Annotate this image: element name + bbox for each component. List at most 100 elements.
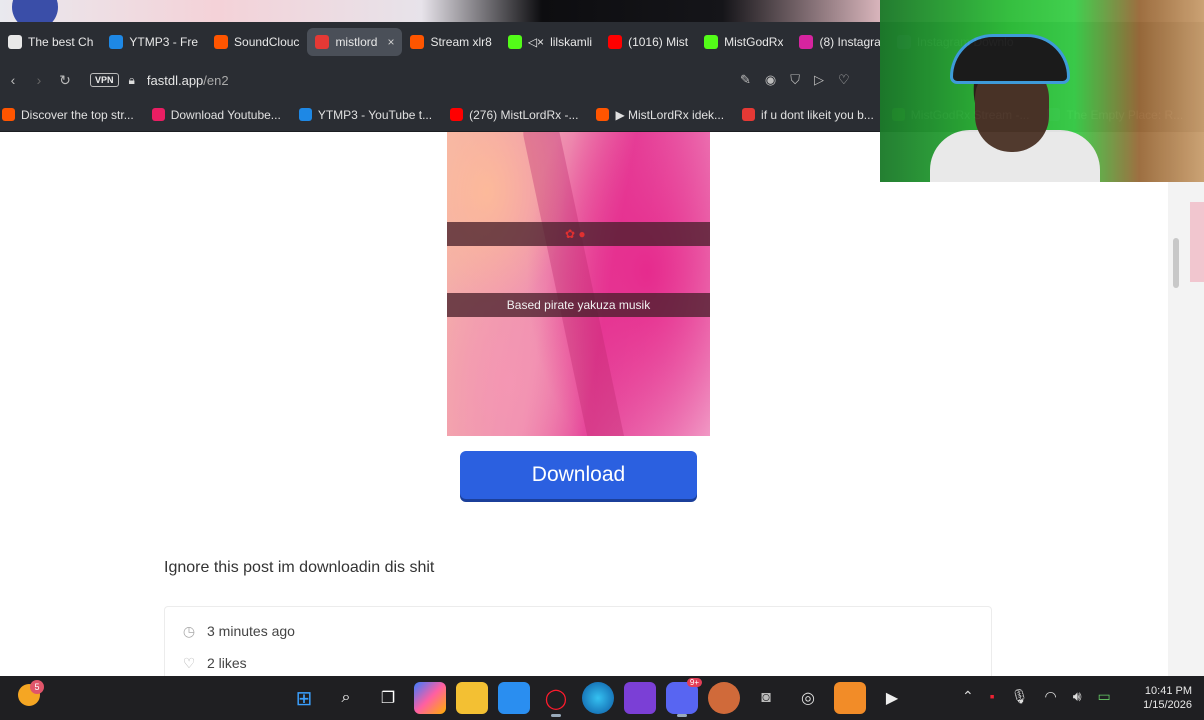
power-icon	[315, 35, 330, 49]
post-card: ✿ ● Based pirate yakuza musik Download	[446, 132, 710, 514]
bookmark-favicon-icon	[151, 108, 165, 121]
bookmark-label: ▶ MistLordRx idek...	[615, 107, 725, 122]
clock[interactable]: 10:41 PM 1/15/2026	[1126, 684, 1192, 712]
media-player-icon[interactable]: ▶	[876, 682, 908, 714]
tab-label: MistGodRx	[724, 35, 784, 49]
image-streak	[519, 132, 631, 436]
tab-label: Stream xlr8	[430, 35, 492, 49]
download-button[interactable]: Download	[460, 451, 697, 499]
forward-icon[interactable]: ›	[26, 72, 52, 88]
sticker-icon: ✿ ●	[565, 227, 586, 241]
bookmark-item[interactable]: YTMP3 - YouTube t...	[298, 108, 432, 122]
time-ago: 3 minutes ago	[207, 623, 295, 639]
game-icon[interactable]	[708, 682, 740, 714]
tab-label: YTMP3 - Fre	[129, 35, 199, 49]
edit-icon[interactable]: ✎	[740, 72, 751, 88]
ytmp3-icon	[109, 35, 124, 49]
browser-tab[interactable]: MistGodRx	[696, 28, 791, 56]
youtube-icon	[608, 35, 623, 49]
app-icon-blue[interactable]	[498, 682, 530, 714]
url-path: /en2	[203, 72, 229, 88]
browser-tab[interactable]: The best Ch	[0, 28, 101, 56]
camera-app-icon[interactable]: ◙	[750, 682, 782, 714]
wifi-icon[interactable]: ◠	[1044, 688, 1056, 705]
likes-row: ♡ 2 likes	[181, 654, 247, 672]
vpn-badge[interactable]: VPN	[90, 73, 119, 87]
bookmark-item[interactable]: Download Youtube...	[151, 107, 281, 122]
chevron-up-icon[interactable]: ⌃	[962, 688, 974, 705]
close-tab-icon[interactable]: ×	[387, 35, 394, 49]
url-domain: fastdl.app	[146, 72, 204, 88]
fl-studio-icon[interactable]	[834, 682, 866, 714]
url-field[interactable]: fastdl.app/en2	[147, 73, 229, 88]
volume-icon[interactable]: 🔊︎	[1073, 688, 1082, 705]
post-caption: Ignore this post im downloadin dis shit	[164, 559, 435, 576]
discord-badge: 9+	[686, 678, 702, 687]
start-icon[interactable]: ⊞	[288, 682, 320, 714]
bookmark-favicon-icon	[2, 108, 15, 121]
system-tray: ⌃ ▪ 🎙︎ ◠ 🔊︎ ▭	[962, 688, 1111, 705]
send-icon[interactable]: ▷	[814, 72, 824, 88]
browser-tab[interactable]: YTMP3 - Fre	[101, 28, 206, 56]
bookmark-label: (276) MistLordRx -...	[469, 107, 579, 122]
browser-tab[interactable]: mistlord ×	[307, 28, 403, 56]
camera-icon[interactable]: ◉	[765, 72, 776, 88]
obs-icon[interactable]: ◎	[792, 682, 824, 714]
bookmark-item[interactable]: ▶ MistLordRx idek...	[596, 108, 724, 122]
reload-icon[interactable]: ↻	[52, 72, 78, 89]
scrollbar-thumb[interactable]	[1173, 238, 1179, 288]
tray-app-icon[interactable]: ▪	[990, 688, 995, 705]
bookmark-favicon-icon	[742, 108, 756, 121]
likes-count: 2 likes	[207, 655, 247, 671]
browser-tab[interactable]: (8) Instagra	[791, 28, 888, 56]
kick-icon	[704, 35, 719, 49]
post-preview-image[interactable]: ✿ ● Based pirate yakuza musik	[447, 132, 710, 436]
browser-tab[interactable]: ◁× lilskamli	[500, 28, 600, 56]
file-explorer-icon[interactable]	[456, 682, 488, 714]
bookmark-item[interactable]: if u dont likeit you b...	[742, 108, 874, 122]
muted-speaker-icon[interactable]: ◁×	[528, 35, 544, 49]
page-scrollbar[interactable]	[1168, 132, 1204, 676]
tab-label: (1016) Mist	[628, 35, 689, 49]
webcam-overlay	[880, 0, 1204, 182]
heart-icon: ♡	[182, 654, 196, 671]
bookmark-item[interactable]: (276) MistLordRx -...	[450, 108, 578, 122]
copilot-icon[interactable]	[414, 682, 446, 714]
search-icon[interactable]: ⌕	[330, 682, 362, 714]
opera-icon[interactable]: ◯	[540, 682, 572, 717]
bookmark-label: Discover the top str...	[21, 107, 134, 122]
weather-widget[interactable]: 5	[18, 680, 44, 710]
lock-icon[interactable]: 🔒︎	[129, 73, 135, 88]
weather-badge: 5	[30, 680, 44, 694]
browser-tab[interactable]: SoundClouc	[206, 28, 307, 56]
bookmark-favicon-icon	[450, 108, 464, 121]
caption-overlay: Based pirate yakuza musik	[447, 293, 710, 317]
back-icon[interactable]: ‹	[0, 72, 26, 88]
clock-date: 1/15/2026	[1143, 699, 1192, 711]
soundcloud-icon	[410, 35, 425, 49]
edge-icon[interactable]	[582, 682, 614, 714]
tab-label: The best Ch	[28, 35, 94, 49]
microphone-icon[interactable]: 🎙︎	[1011, 688, 1029, 705]
tab-label: mistlord	[335, 35, 378, 49]
page-content: ✿ ● Based pirate yakuza musik Download I…	[0, 132, 1168, 676]
instagram-icon	[799, 35, 814, 49]
task-view-icon[interactable]: ❐	[372, 682, 404, 714]
address-bar-actions: ✎ ◉ ⛉ ▷ ♡	[740, 72, 850, 88]
webcam-headphones	[950, 34, 1070, 84]
tab-label: lilskamli	[550, 35, 593, 49]
tab-label: (8) Instagra	[819, 35, 881, 49]
heart-icon[interactable]: ♡	[838, 72, 850, 88]
browser-tab[interactable]: (1016) Mist	[600, 28, 696, 56]
bookmark-label: Download Youtube...	[170, 107, 281, 122]
battery-icon[interactable]: ▭	[1098, 688, 1111, 705]
bookmark-favicon-icon	[298, 108, 312, 121]
browser-tab[interactable]: Stream xlr8	[402, 28, 499, 56]
discord-icon[interactable]: 9+	[666, 678, 702, 717]
scrollbar-edge	[1190, 202, 1204, 282]
shield-icon[interactable]: ⛉	[790, 72, 800, 88]
clock-icon: ◷	[182, 622, 196, 639]
clapper-icon[interactable]	[624, 682, 656, 714]
time-row: ◷ 3 minutes ago	[181, 622, 295, 640]
bookmark-item[interactable]: Discover the top str...	[2, 108, 134, 122]
